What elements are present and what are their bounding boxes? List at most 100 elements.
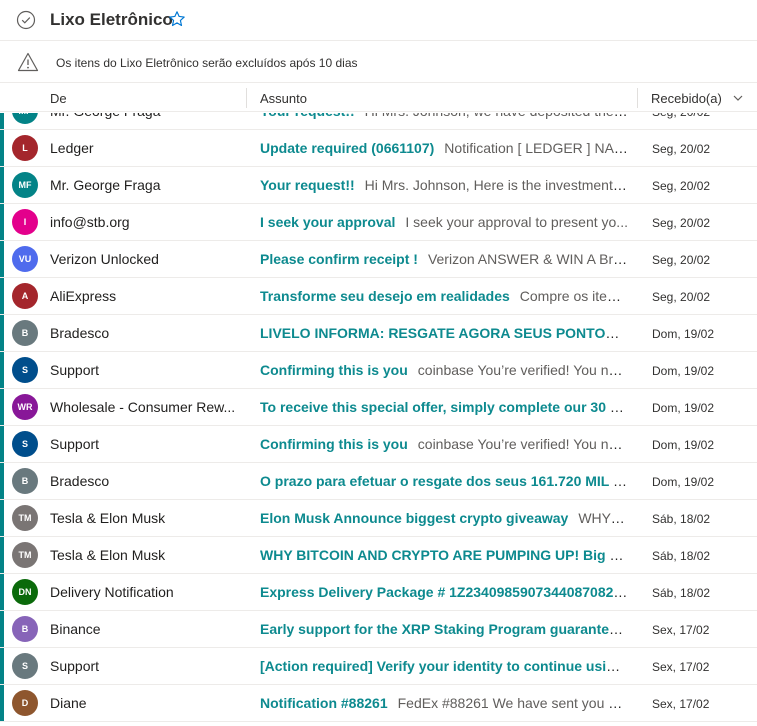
unread-accent-bar bbox=[0, 389, 4, 425]
message-row[interactable]: B Bradesco LIVELO INFORMA: RESGATE AGORA S… bbox=[0, 315, 757, 352]
message-row[interactable]: Iinfo@stb.org I seek your approval I seek … bbox=[0, 204, 757, 241]
message-summary: I seek your approval I seek your approval… bbox=[260, 214, 628, 230]
message-preview: coinbase You’re verified! You now... bbox=[417, 362, 628, 378]
sender-name: Support bbox=[50, 658, 100, 674]
message-row[interactable]: TM Tesla & Elon Musk WHY BITCOIN AND CRYPT… bbox=[0, 537, 757, 574]
message-preview: coinbase You’re verified! You now... bbox=[417, 436, 628, 452]
received-date: Sex, 17/02 bbox=[652, 623, 710, 637]
sender-name: Tesla & Elon Musk bbox=[50, 510, 166, 526]
avatar: B bbox=[12, 616, 38, 642]
message-subject: Your request!! bbox=[260, 113, 355, 119]
column-subject[interactable]: Assunto bbox=[260, 91, 307, 106]
message-row[interactable]: S Support Confirming this is you coinbase Y… bbox=[0, 352, 757, 389]
sender-name: info@stb.org bbox=[50, 214, 130, 230]
message-preview: I seek your approval to present yo... bbox=[405, 214, 628, 230]
column-divider[interactable] bbox=[246, 88, 247, 108]
message-row[interactable]: MF Mr. George Fraga Your request!! Hi Mrs. … bbox=[0, 113, 757, 130]
unread-accent-bar bbox=[0, 204, 4, 240]
unread-accent-bar bbox=[0, 352, 4, 388]
message-preview: Notification [ LEDGER ] NAN... bbox=[444, 140, 628, 156]
sender-name: Delivery Notification bbox=[50, 584, 174, 600]
unread-accent-bar bbox=[0, 278, 4, 314]
check-circle-icon[interactable] bbox=[16, 10, 36, 30]
message-subject: Your request!! bbox=[260, 177, 355, 193]
message-rows: MF Mr. George Fraga Your request!! Hi Mrs. … bbox=[0, 113, 757, 722]
sender-name: Mr. George Fraga bbox=[50, 177, 161, 193]
message-row[interactable]: S Support [Action required] Verify your id… bbox=[0, 648, 757, 685]
message-summary: Confirming this is you coinbase You’re ve… bbox=[260, 362, 628, 378]
message-row[interactable]: WR Wholesale - Consumer Rew... To receive … bbox=[0, 389, 757, 426]
unread-accent-bar bbox=[0, 426, 4, 462]
message-row[interactable]: DN Delivery Notification Express Delivery … bbox=[0, 574, 757, 611]
message-subject: Transforme seu desejo em realidades bbox=[260, 288, 510, 304]
unread-accent-bar bbox=[0, 315, 4, 351]
message-row[interactable]: L Ledger Update required (0661107) Notifica… bbox=[0, 130, 757, 167]
message-summary: LIVELO INFORMA: RESGATE AGORA SEUS PONTO… bbox=[260, 325, 628, 341]
message-summary: Notification #88261 FedEx #88261 We have … bbox=[260, 695, 628, 711]
message-summary: Please confirm receipt ! Verizon ANSWER &… bbox=[260, 251, 628, 267]
message-summary: Your request!! Hi Mrs. Johnson, Here is t… bbox=[260, 177, 628, 193]
sender-name: AliExpress bbox=[50, 288, 117, 304]
message-subject: Please confirm receipt ! bbox=[260, 251, 418, 267]
avatar: B bbox=[12, 320, 38, 346]
received-date: Seg, 20/02 bbox=[652, 253, 711, 267]
received-date: Seg, 20/02 bbox=[652, 113, 710, 119]
unread-accent-bar bbox=[0, 241, 4, 277]
message-preview: WHY BI... bbox=[578, 510, 628, 526]
junk-notice-bar: Os itens do Lixo Eletrônico serão excluí… bbox=[0, 42, 757, 83]
column-header: De Assunto Recebido(a) bbox=[0, 84, 757, 112]
message-subject: Express Delivery Package # 1Z23409859073… bbox=[260, 584, 628, 600]
unread-accent-bar bbox=[0, 113, 4, 129]
folder-title: Lixo Eletrônico bbox=[50, 10, 173, 29]
message-preview: FedEx #88261 We have sent you a ... bbox=[397, 695, 628, 711]
message-subject: Early support for the XRP Staking Progra… bbox=[260, 621, 628, 637]
avatar: S bbox=[12, 357, 38, 383]
column-from[interactable]: De bbox=[50, 91, 67, 106]
message-preview: Hi Mrs. Johnson, we have deposited the 2… bbox=[365, 113, 628, 119]
avatar: S bbox=[12, 431, 38, 457]
message-subject: To receive this special offer, simply co… bbox=[260, 399, 628, 415]
chevron-down-icon[interactable] bbox=[733, 93, 743, 103]
message-summary: Confirming this is you coinbase You’re ve… bbox=[260, 436, 628, 452]
avatar: L bbox=[12, 135, 38, 161]
message-row[interactable]: D Diane Notification #88261 FedEx #88261 We… bbox=[0, 685, 757, 722]
message-row[interactable]: TM Tesla & Elon Musk Elon Musk Announce bi… bbox=[0, 500, 757, 537]
message-subject: LIVELO INFORMA: RESGATE AGORA SEUS PONTO… bbox=[260, 325, 628, 341]
received-date: Sáb, 18/02 bbox=[652, 586, 711, 600]
message-row[interactable]: B Binance Early support for the XRP Stakin… bbox=[0, 611, 757, 648]
received-date: Sáb, 18/02 bbox=[652, 549, 711, 563]
received-date: Seg, 20/02 bbox=[652, 216, 711, 230]
message-row[interactable]: MF Mr. George Fraga Your request!! Hi Mrs. … bbox=[0, 167, 757, 204]
message-row[interactable]: B Bradesco O prazo para efetuar o resgate … bbox=[0, 463, 757, 500]
avatar: A bbox=[12, 283, 38, 309]
received-date: Seg, 20/02 bbox=[652, 142, 711, 156]
sender-name: Mr. George Fraga bbox=[50, 113, 240, 119]
received-date: Dom, 19/02 bbox=[652, 364, 715, 378]
star-icon[interactable] bbox=[168, 10, 186, 28]
unread-accent-bar bbox=[0, 500, 4, 536]
message-subject: Confirming this is you bbox=[260, 362, 408, 378]
message-subject: Notification #88261 bbox=[260, 695, 388, 711]
received-date: Sáb, 18/02 bbox=[652, 512, 711, 526]
message-subject: Elon Musk Announce biggest crypto giveaw… bbox=[260, 510, 569, 526]
sender-name: Wholesale - Consumer Rew... bbox=[50, 399, 236, 415]
message-list[interactable]: MF Mr. George Fraga Your request!! Hi Mrs. … bbox=[0, 113, 757, 726]
avatar: I bbox=[12, 209, 38, 235]
message-summary: [Action required] Verify your identity t… bbox=[260, 658, 628, 674]
column-divider[interactable] bbox=[637, 88, 638, 108]
message-row[interactable]: VU Verizon Unlocked Please confirm receipt… bbox=[0, 241, 757, 278]
sender-name: Support bbox=[50, 362, 100, 378]
unread-accent-bar bbox=[0, 463, 4, 499]
sender-name: Tesla & Elon Musk bbox=[50, 547, 166, 563]
unread-accent-bar bbox=[0, 611, 4, 647]
received-date: Seg, 20/02 bbox=[652, 179, 711, 193]
message-summary: O prazo para efetuar o resgate dos seus … bbox=[260, 473, 628, 489]
unread-accent-bar bbox=[0, 537, 4, 573]
sender-name: Support bbox=[50, 436, 100, 452]
avatar: MF bbox=[12, 113, 38, 124]
avatar: TM bbox=[12, 505, 38, 531]
unread-accent-bar bbox=[0, 167, 4, 203]
message-row[interactable]: A AliExpress Transforme seu desejo em real… bbox=[0, 278, 757, 315]
column-received[interactable]: Recebido(a) bbox=[651, 91, 722, 106]
message-row[interactable]: S Support Confirming this is you coinbase Y… bbox=[0, 426, 757, 463]
